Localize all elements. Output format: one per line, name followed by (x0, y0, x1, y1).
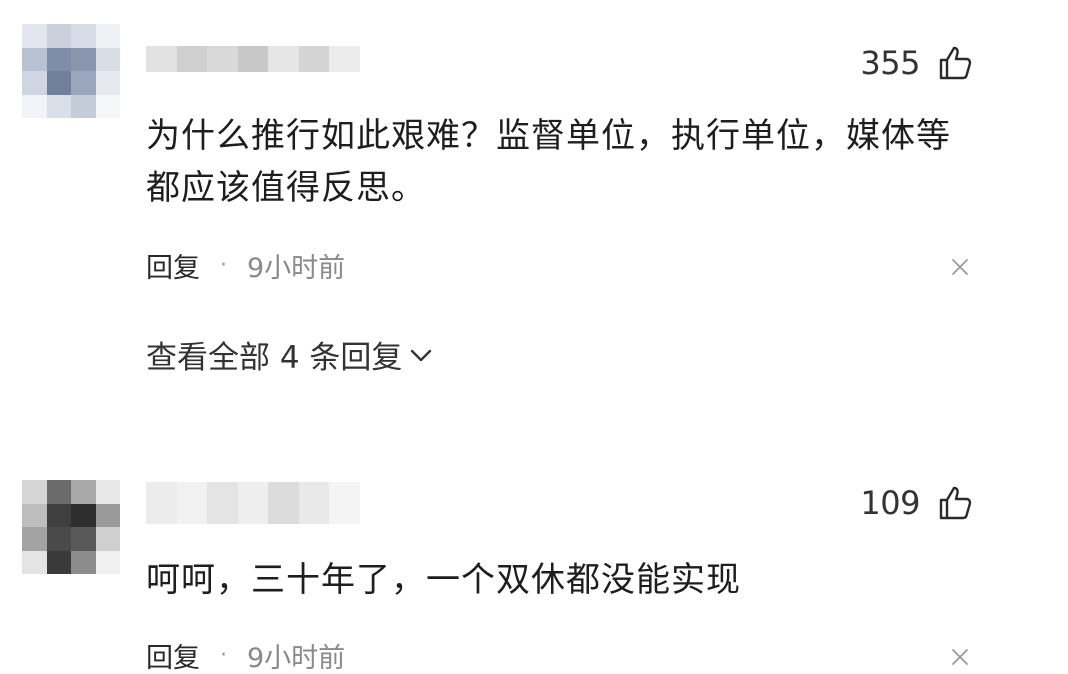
timestamp: 9小时前 (247, 253, 346, 284)
comment-text-line: 为什么推行如此艰难？监督单位，执行单位，媒体等 (146, 116, 951, 156)
comment-item: 355 为什么推行如此艰难？监督单位，执行单位，媒体等 都应该值得反思。 回复 … (0, 0, 1068, 440)
reply-button[interactable]: 回复 (146, 636, 200, 674)
like-button[interactable]: 355 (860, 44, 972, 82)
comment-list: 355 为什么推行如此艰难？监督单位，执行单位，媒体等 都应该值得反思。 回复 … (0, 0, 1068, 674)
comment-text-line: 都应该值得反思。 (146, 168, 426, 208)
timestamp: 9小时前 (247, 643, 346, 674)
avatar[interactable] (22, 24, 120, 118)
username-blurred[interactable] (146, 482, 361, 524)
view-all-replies-button[interactable]: 查看全部 4 条回复 (146, 332, 434, 377)
comment-meta: 回复 · 9小时前 (146, 636, 345, 674)
close-icon[interactable] (950, 647, 970, 667)
username-blurred[interactable] (146, 46, 361, 72)
comment-text-line: 呵呵，三十年了，一个双休都没能实现 (146, 560, 741, 600)
like-count: 355 (860, 44, 920, 82)
avatar[interactable] (22, 480, 120, 574)
like-button[interactable]: 109 (860, 484, 972, 522)
comment-item: 109 呵呵，三十年了，一个双休都没能实现 回复 · 9小时前 (0, 440, 1068, 674)
close-icon[interactable] (950, 257, 970, 277)
comment-text: 为什么推行如此艰难？监督单位，执行单位，媒体等 都应该值得反思。 (146, 110, 976, 214)
view-all-replies-label: 查看全部 4 条回复 (146, 340, 403, 376)
like-count: 109 (860, 484, 920, 522)
thumbs-up-icon (939, 46, 972, 80)
chevron-down-icon (411, 349, 432, 361)
comment-meta: 回复 · 9小时前 (146, 246, 345, 285)
reply-button[interactable]: 回复 (146, 246, 200, 285)
comment-text: 呵呵，三十年了，一个双休都没能实现 (146, 554, 976, 606)
separator-dot: · (220, 253, 227, 278)
thumbs-up-icon (939, 486, 972, 520)
separator-dot: · (220, 643, 227, 668)
